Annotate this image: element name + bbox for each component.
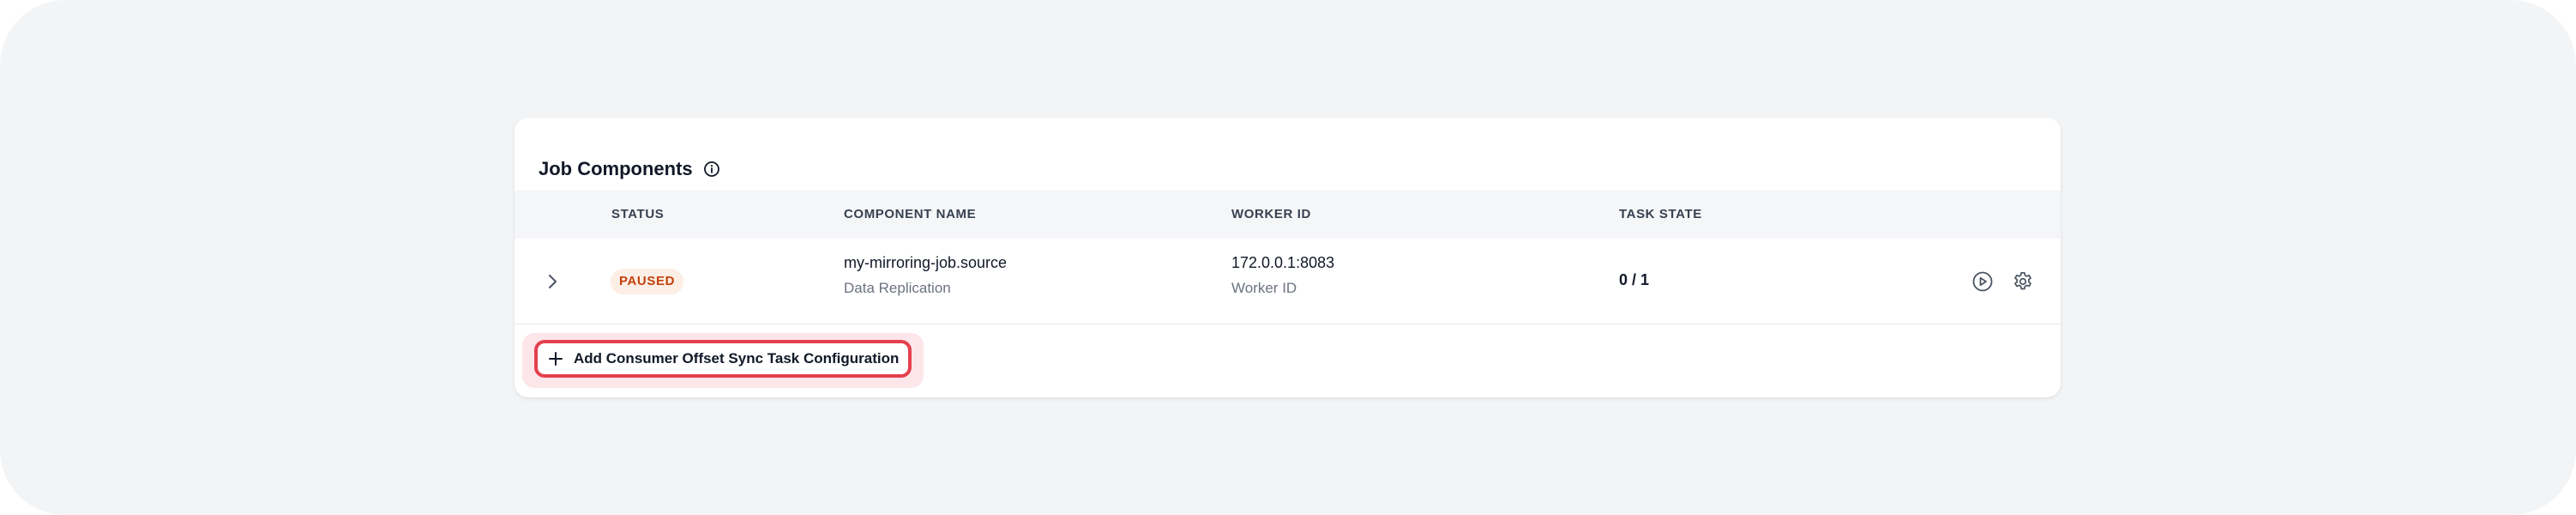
plus-icon xyxy=(549,352,563,366)
resume-button[interactable] xyxy=(1969,268,1996,295)
table-header: STATUS COMPONENT NAME WORKER ID TASK STA… xyxy=(515,191,2061,239)
card-header: Job Components xyxy=(539,152,720,186)
expand-row-button[interactable] xyxy=(539,268,566,295)
component-name: my-mirroring-job.source xyxy=(844,254,1008,271)
settings-button[interactable] xyxy=(2009,268,2037,295)
chevron-right-icon xyxy=(549,275,557,288)
add-button-label: Add Consumer Offset Sync Task Configurat… xyxy=(574,350,900,367)
job-components-card: Job Components STATUS COMPONENT NAME WOR… xyxy=(515,118,2061,397)
card-title: Job Components xyxy=(539,158,693,179)
gear-icon xyxy=(2014,271,2031,290)
play-circle-icon xyxy=(1972,271,1993,292)
component-type: Data Replication xyxy=(844,280,951,296)
column-header-component-name: COMPONENT NAME xyxy=(844,207,977,221)
worker-id-label: Worker ID xyxy=(1231,280,1297,296)
add-button-highlight: Add Consumer Offset Sync Task Configurat… xyxy=(522,333,924,388)
info-icon[interactable] xyxy=(703,161,720,178)
status-badge: PAUSED xyxy=(611,269,683,294)
column-header-worker-id: WORKER ID xyxy=(1231,207,1311,221)
add-consumer-offset-sync-task-button[interactable]: Add Consumer Offset Sync Task Configurat… xyxy=(534,340,912,378)
table-row: PAUSED my-mirroring-job.source Data Repl… xyxy=(515,239,2061,324)
task-state-value: 0 / 1 xyxy=(1619,271,1650,288)
column-header-status: STATUS xyxy=(611,207,665,221)
column-header-task-state: TASK STATE xyxy=(1619,207,1702,221)
worker-id-value: 172.0.0.1:8083 xyxy=(1231,254,1335,271)
